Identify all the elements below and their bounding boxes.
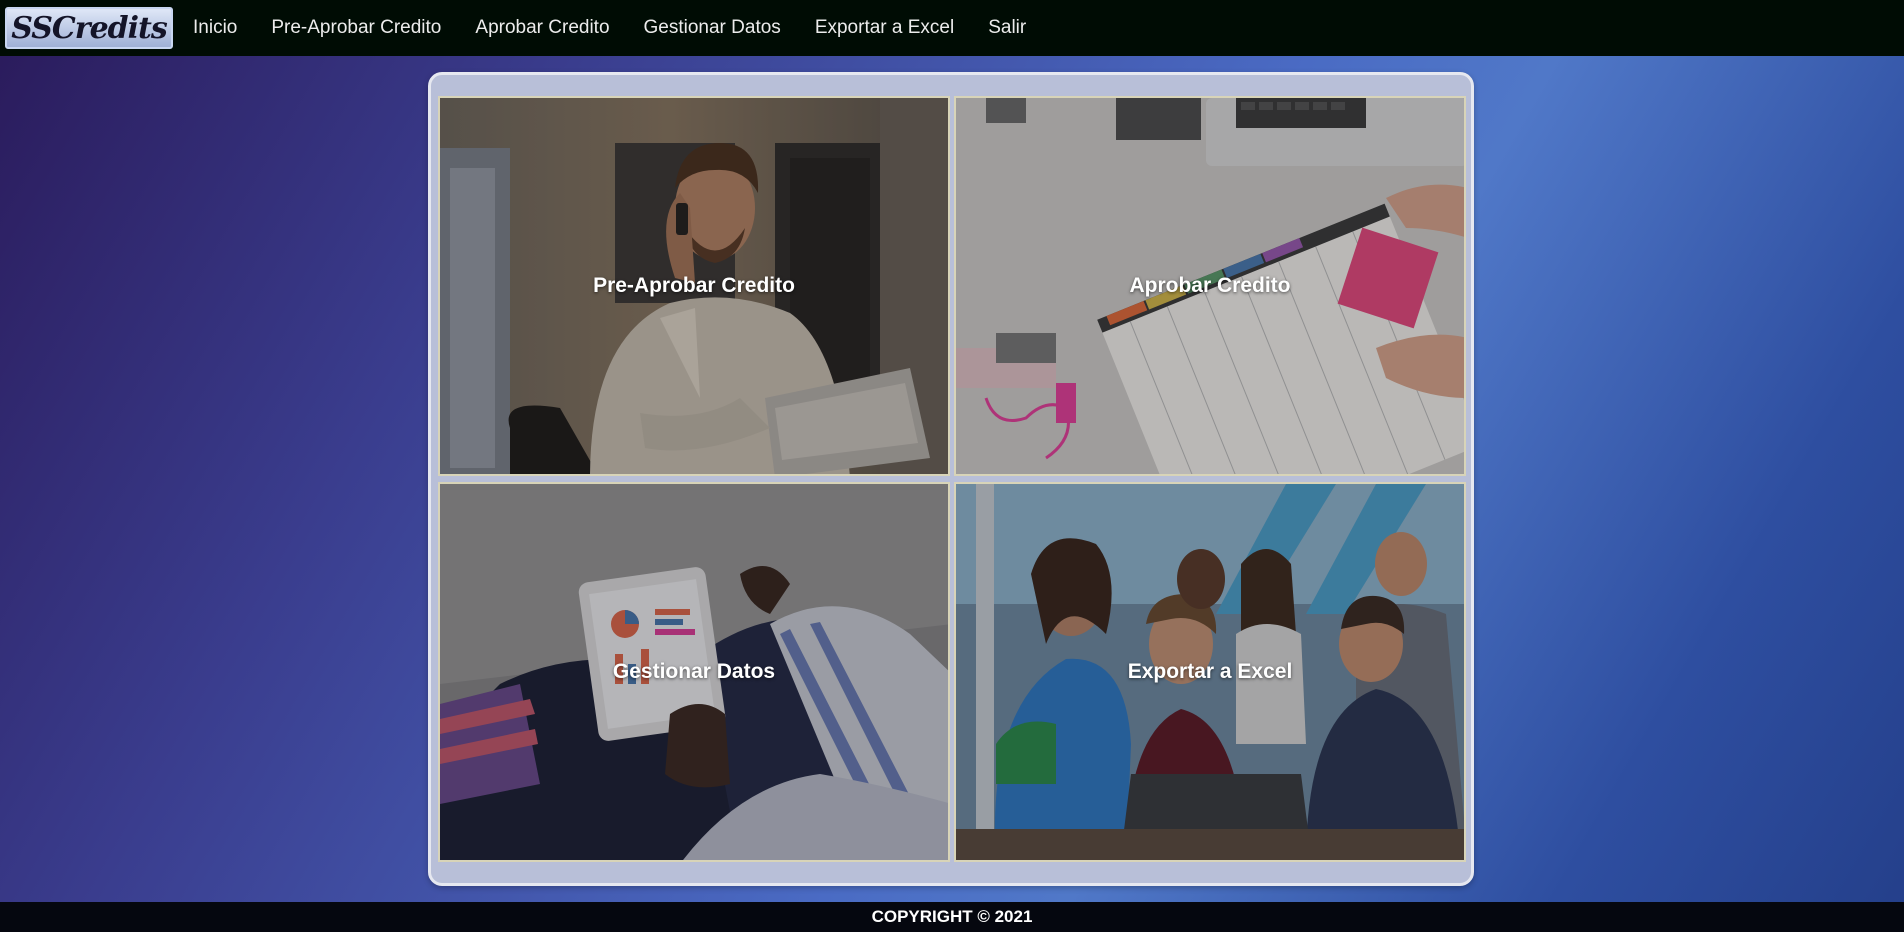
- nav-item-salir[interactable]: Salir: [988, 17, 1026, 39]
- copyright-text: COPYRIGHT © 2021: [871, 907, 1033, 926]
- logo-text: SSCredits: [11, 10, 168, 46]
- tile-pre-aprobar-credito[interactable]: Pre-Aprobar Credito: [438, 96, 950, 476]
- nav-item-inicio[interactable]: Inicio: [193, 17, 237, 39]
- nav-item-gestionar-datos[interactable]: Gestionar Datos: [644, 17, 781, 39]
- dashboard-panel: Pre-Aprobar Credito Aprobar Credito Gest…: [428, 72, 1474, 886]
- footer: COPYRIGHT © 2021: [0, 902, 1904, 932]
- tile-label-gestionar-datos: Gestionar Datos: [612, 660, 776, 683]
- tile-label-aprobar-credito: Aprobar Credito: [1129, 274, 1291, 297]
- tile-label-exportar-excel: Exportar a Excel: [1127, 660, 1293, 683]
- nav-item-aprobar-credito[interactable]: Aprobar Credito: [475, 17, 609, 39]
- tile-aprobar-credito[interactable]: Aprobar Credito: [954, 96, 1466, 476]
- tile-label-pre-aprobar-credito: Pre-Aprobar Credito: [593, 274, 795, 297]
- nav-item-exportar-excel[interactable]: Exportar a Excel: [815, 17, 954, 39]
- tile-exportar-excel[interactable]: Exportar a Excel: [954, 482, 1466, 862]
- top-navbar: SSCredits Inicio Pre-Aprobar Credito Apr…: [0, 0, 1904, 56]
- tile-gestionar-datos[interactable]: Gestionar Datos: [438, 482, 950, 862]
- sscredits-logo[interactable]: SSCredits: [5, 7, 173, 49]
- nav-links: Inicio Pre-Aprobar Credito Aprobar Credi…: [193, 17, 1060, 39]
- nav-item-pre-aprobar-credito[interactable]: Pre-Aprobar Credito: [271, 17, 441, 39]
